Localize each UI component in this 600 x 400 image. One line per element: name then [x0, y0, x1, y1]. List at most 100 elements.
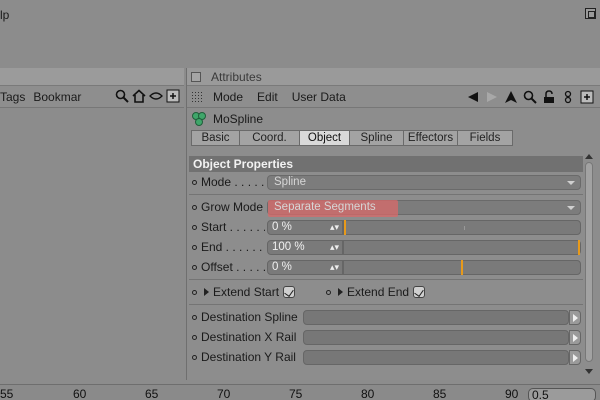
link-arrow-icon[interactable] — [569, 349, 581, 365]
stepper-icon[interactable]: ▴▾ — [330, 221, 339, 234]
scroll-down-icon[interactable] — [585, 369, 593, 374]
forward-arrow-icon[interactable] — [485, 90, 499, 104]
offset-value: 0 % — [272, 260, 292, 273]
destination-spline-field[interactable] — [303, 309, 569, 325]
extend-row: Extend Start Extend End — [189, 282, 583, 302]
timeline-frame-number: 80 — [361, 387, 375, 400]
lock-icon[interactable] — [542, 90, 556, 104]
keyframe-bullet-icon[interactable] — [192, 244, 197, 250]
keyframe-bullet-icon[interactable] — [192, 354, 197, 360]
end-slider[interactable] — [343, 239, 581, 255]
properties-scrollbar[interactable] — [584, 152, 594, 376]
keyframe-bullet-icon[interactable] — [192, 314, 197, 320]
end-field[interactable]: 100 % ▴▾ — [267, 239, 343, 255]
user-data-menu[interactable]: User Data — [292, 90, 346, 104]
keyframe-bullet-icon[interactable] — [192, 264, 197, 270]
eye-icon[interactable] — [149, 89, 163, 103]
destination-x-rail-row: Destination X Rail — [189, 327, 583, 347]
destination-x-rail-label: Destination X Rail — [201, 330, 297, 344]
scroll-thumb[interactable] — [585, 162, 593, 362]
attributes-title: Attributes — [211, 69, 262, 84]
slider-marker[interactable] — [578, 239, 580, 255]
keyframe-bullet-icon[interactable] — [192, 204, 197, 210]
mode-dropdown[interactable]: Spline — [267, 174, 581, 190]
new-window-icon[interactable] — [580, 90, 594, 104]
extend-start-label: Extend Start — [213, 285, 280, 299]
keyframe-bullet-icon[interactable] — [192, 289, 197, 295]
current-frame-field[interactable]: 0.5 — [528, 388, 596, 400]
edit-menu[interactable]: Edit — [257, 90, 278, 104]
grow-mode-dropdown[interactable]: Separate Segments — [267, 199, 581, 217]
link-arrow-icon[interactable] — [569, 309, 581, 325]
keyframe-bullet-icon[interactable] — [192, 179, 197, 185]
tags-menu[interactable]: Tags — [0, 90, 33, 104]
timeline-frame-number: 90 — [505, 387, 519, 400]
bookmarks-menu[interactable]: Bookmar — [33, 90, 89, 104]
offset-field[interactable]: 0 % ▴▾ — [267, 259, 343, 275]
object-header: MoSpline — [187, 108, 600, 130]
tab-effectors[interactable]: Effectors — [403, 130, 457, 146]
timeline-frame-number: 75 — [289, 387, 303, 400]
divider — [189, 194, 583, 195]
search-icon[interactable] — [523, 90, 537, 104]
mode-label: Mode . . . . . — [201, 175, 265, 189]
expand-arrow-icon[interactable] — [338, 288, 344, 296]
tab-spline[interactable]: Spline — [349, 130, 403, 146]
object-manager-toolbar: Tags Bookmar — [0, 86, 184, 108]
keyframe-bullet-icon[interactable] — [192, 224, 197, 230]
offset-label: Offset . . . . . — [201, 260, 265, 274]
keyframe-bullet-icon[interactable] — [326, 289, 332, 295]
panel-header — [0, 68, 184, 86]
help-menu[interactable]: lp — [0, 8, 9, 22]
timeline-frame-number: 65 — [145, 387, 159, 400]
slider-marker[interactable] — [344, 219, 346, 235]
up-arrow-icon[interactable] — [504, 90, 518, 104]
home-icon[interactable] — [132, 89, 146, 103]
start-label: Start . . . . . . — [201, 220, 265, 234]
tab-basic[interactable]: Basic — [191, 130, 239, 146]
offset-slider[interactable] — [343, 259, 581, 275]
new-window-icon[interactable] — [166, 89, 180, 103]
mode-value: Spline — [274, 175, 306, 188]
extend-start-checkbox[interactable] — [283, 286, 296, 298]
offset-row: Offset . . . . . 0 % ▴▾ — [189, 257, 583, 277]
grow-mode-row: Grow Mode Separate Segments — [189, 197, 583, 217]
back-arrow-icon[interactable] — [466, 90, 480, 104]
attributes-title-bar: Attributes — [187, 68, 600, 86]
maximize-icon[interactable] — [585, 8, 596, 19]
mode-menu[interactable]: Mode — [213, 90, 243, 104]
stepper-icon[interactable]: ▴▾ — [330, 241, 339, 254]
link-arrow-icon[interactable] — [569, 329, 581, 345]
search-icon[interactable] — [115, 89, 129, 103]
destination-y-rail-field[interactable] — [303, 349, 569, 365]
slider-marker[interactable] — [461, 259, 463, 275]
slider-tick — [464, 225, 465, 230]
expand-arrow-icon[interactable] — [204, 288, 209, 296]
timeline-ruler[interactable]: 55 60 65 70 75 80 85 90 0.5 — [0, 384, 600, 400]
divider — [189, 279, 583, 280]
pin-icon[interactable] — [561, 90, 575, 104]
stepper-icon[interactable]: ▴▾ — [330, 261, 339, 274]
grow-mode-value: Separate Segments — [274, 200, 376, 213]
keyframe-bullet-icon[interactable] — [192, 334, 197, 340]
tab-object[interactable]: Object — [299, 130, 349, 146]
timeline-frame-number: 85 — [433, 387, 447, 400]
object-manager-panel: Tags Bookmar — [0, 68, 184, 380]
destination-y-rail-row: Destination Y Rail — [189, 347, 583, 367]
object-name: MoSpline — [213, 112, 264, 126]
destination-y-rail-label: Destination Y Rail — [201, 350, 296, 364]
end-label: End . . . . . . . — [201, 240, 265, 254]
start-field[interactable]: 0 % ▴▾ — [267, 219, 343, 235]
scroll-up-icon[interactable] — [585, 154, 593, 159]
chevron-down-icon — [567, 180, 575, 185]
grip-icon[interactable] — [191, 90, 203, 103]
extend-end-checkbox[interactable] — [413, 286, 426, 298]
menu-bar: lp — [0, 0, 600, 30]
object-properties: Object Properties Mode . . . . . Spline … — [189, 156, 583, 380]
tab-coord[interactable]: Coord. — [239, 130, 299, 146]
destination-x-rail-field[interactable] — [303, 329, 569, 345]
tab-fields[interactable]: Fields — [457, 130, 513, 146]
destination-spline-row: Destination Spline — [189, 307, 583, 327]
panel-lock-checkbox[interactable] — [191, 71, 201, 82]
start-slider[interactable] — [343, 219, 581, 235]
